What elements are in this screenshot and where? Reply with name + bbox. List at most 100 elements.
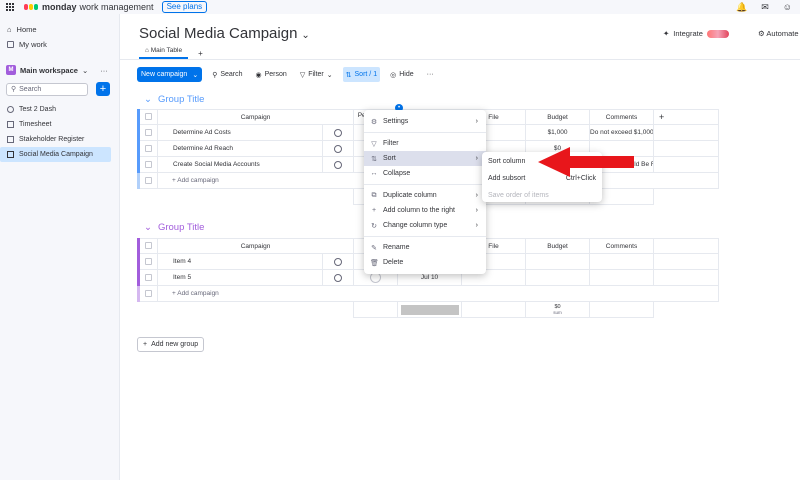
row-checkbox[interactable] bbox=[137, 253, 158, 270]
empty-cell bbox=[653, 124, 720, 141]
budget-cell[interactable] bbox=[525, 269, 591, 286]
submenu-item-save-order: Save order of items bbox=[482, 188, 602, 203]
apps-grid-icon[interactable] bbox=[6, 3, 14, 11]
row-checkbox[interactable] bbox=[137, 140, 158, 157]
budget-cell[interactable] bbox=[525, 253, 591, 270]
empty-cell bbox=[653, 140, 720, 157]
column-header-comments[interactable]: Comments bbox=[589, 109, 655, 125]
column-header-budget[interactable]: Budget bbox=[525, 238, 591, 254]
group-title[interactable]: Group Title bbox=[158, 94, 204, 105]
select-all-checkbox[interactable] bbox=[137, 109, 158, 125]
filter-button[interactable]: ▽ Filter ⌄ bbox=[297, 67, 336, 82]
integrate-button[interactable]: ✦ Integrate bbox=[663, 29, 729, 38]
item-name-cell[interactable]: Create Social Media Accounts bbox=[157, 156, 323, 173]
row-checkbox[interactable] bbox=[137, 269, 158, 286]
toolbar-label: Person bbox=[264, 71, 287, 78]
hide-button[interactable]: ◎ Hide bbox=[387, 67, 417, 82]
conversation-icon[interactable] bbox=[321, 140, 355, 157]
column-header-campaign[interactable]: Campaign bbox=[156, 109, 355, 125]
column-header-campaign[interactable]: Campaign bbox=[156, 238, 355, 254]
chevron-down-icon[interactable]: ⌄ bbox=[192, 71, 198, 79]
add-item-input[interactable]: + Add campaign bbox=[156, 285, 720, 302]
sidebar-item-home[interactable]: ⌂ Home bbox=[0, 22, 119, 37]
calendar-icon bbox=[7, 41, 14, 48]
comments-cell[interactable] bbox=[589, 269, 655, 286]
select-all-checkbox[interactable] bbox=[137, 238, 158, 254]
more-options-button[interactable]: ··· bbox=[424, 67, 437, 82]
sidebar-item-my-work[interactable]: My work bbox=[0, 37, 119, 52]
conversation-icon[interactable] bbox=[321, 269, 355, 286]
trash-icon: 🗑 bbox=[370, 259, 379, 267]
pencil-icon: ✎ bbox=[371, 244, 377, 252]
see-plans-button[interactable]: See plans bbox=[161, 1, 208, 13]
logo[interactable]: monday work management bbox=[24, 2, 154, 12]
summary-cell bbox=[397, 301, 463, 318]
item-name-cell[interactable]: Determine Ad Costs bbox=[157, 124, 323, 141]
bell-icon[interactable]: 🔔 bbox=[736, 2, 747, 13]
menu-item-sort[interactable]: ⇅ Sort › bbox=[364, 151, 486, 166]
board-label: Test 2 Dash bbox=[19, 106, 56, 113]
workspace-badge: M bbox=[6, 65, 16, 75]
add-board-button[interactable]: + bbox=[96, 82, 110, 96]
menu-item-add-right[interactable]: + Add column to the right › bbox=[364, 203, 486, 218]
menu-item-label: Sort bbox=[383, 155, 396, 162]
budget-cell[interactable]: $1,000 bbox=[525, 124, 591, 141]
comments-cell[interactable]: Do not exceed $1,000 bbox=[589, 124, 655, 141]
add-column-button[interactable]: + bbox=[653, 109, 720, 125]
menu-item-label: Settings bbox=[383, 118, 409, 125]
automate-button[interactable]: ⚙ Automate bbox=[758, 29, 799, 38]
sidebar-board-item[interactable]: Test 2 Dash bbox=[0, 102, 119, 117]
sidebar-search-input[interactable]: ⚲ Search bbox=[6, 82, 88, 96]
item-name-cell[interactable]: Item 5 bbox=[157, 269, 323, 286]
conversation-icon[interactable] bbox=[321, 253, 355, 270]
add-view-button[interactable]: + bbox=[198, 49, 203, 58]
tab-main-table[interactable]: ⌂ Main Table bbox=[139, 47, 189, 59]
sidebar: ⌂ Home My work M Main workspace ⌄ ··· ⚲ … bbox=[0, 14, 120, 480]
workspace-selector[interactable]: M Main workspace ⌄ ··· bbox=[6, 63, 119, 77]
menu-item-collapse[interactable]: ↔ Collapse bbox=[364, 166, 486, 181]
filter-icon: ▽ bbox=[299, 71, 306, 79]
workspace-name: Main workspace bbox=[20, 65, 78, 75]
chevron-down-icon[interactable]: ⌄ bbox=[144, 94, 152, 105]
automate-label: Automate bbox=[766, 29, 799, 38]
menu-item-change-type[interactable]: ↻ Change column type › bbox=[364, 218, 486, 233]
add-item-row[interactable]: + Add campaign bbox=[137, 285, 720, 302]
row-checkbox[interactable] bbox=[137, 124, 158, 141]
item-name-cell[interactable]: Determine Ad Reach bbox=[157, 140, 323, 157]
swap-icon: ↻ bbox=[371, 222, 377, 230]
sidebar-board-item[interactable]: Timesheet bbox=[0, 117, 119, 132]
add-new-group-button[interactable]: + Add new group bbox=[137, 337, 205, 352]
eye-icon: ◎ bbox=[390, 71, 397, 79]
person-filter-button[interactable]: ◉ Person bbox=[253, 67, 290, 82]
menu-item-settings[interactable]: ⚙ Settings › bbox=[364, 114, 486, 129]
conversation-icon[interactable] bbox=[321, 124, 355, 141]
sort-button[interactable]: ⇅ Sort / 1 bbox=[342, 67, 381, 82]
board-title[interactable]: Social Media Campaign ⌄ bbox=[139, 25, 310, 42]
row-checkbox[interactable] bbox=[137, 156, 158, 173]
column-header-comments[interactable]: Comments bbox=[589, 238, 655, 254]
group-title[interactable]: Group Title bbox=[158, 222, 204, 233]
more-icon[interactable]: ··· bbox=[100, 66, 108, 75]
menu-item-filter[interactable]: ▽ Filter bbox=[364, 136, 486, 151]
item-name-cell[interactable]: Item 4 bbox=[157, 253, 323, 270]
group-header[interactable]: ⌄ Group Title bbox=[144, 94, 204, 105]
conversation-icon[interactable] bbox=[321, 156, 355, 173]
search-button[interactable]: ⚲ Search bbox=[209, 67, 245, 82]
group-header[interactable]: ⌄ Group Title bbox=[144, 222, 204, 233]
menu-item-label: Filter bbox=[383, 140, 399, 147]
chevron-down-icon[interactable]: ⌄ bbox=[144, 222, 152, 233]
new-campaign-button[interactable]: New campaign ⌄ bbox=[137, 67, 203, 82]
menu-item-rename[interactable]: ✎ Rename bbox=[364, 240, 486, 255]
automate-icon: ⚙ bbox=[758, 29, 765, 38]
column-header-budget[interactable]: Budget bbox=[525, 109, 591, 125]
comments-cell[interactable] bbox=[589, 253, 655, 270]
inbox-icon[interactable]: ✉ bbox=[761, 2, 769, 13]
invite-icon[interactable]: ☺ bbox=[783, 2, 792, 13]
sidebar-board-item[interactable]: Stakeholder Register bbox=[0, 132, 119, 147]
empty-cell bbox=[654, 189, 719, 205]
top-bar: monday work management See plans 🔔 ✉ ☺ bbox=[0, 0, 800, 14]
menu-item-delete[interactable]: 🗑 Delete bbox=[364, 255, 486, 270]
sidebar-board-item-active[interactable]: Social Media Campaign bbox=[0, 147, 111, 162]
sidebar-item-label: My work bbox=[19, 40, 47, 49]
menu-item-duplicate[interactable]: ⧉ Duplicate column › bbox=[364, 188, 486, 203]
